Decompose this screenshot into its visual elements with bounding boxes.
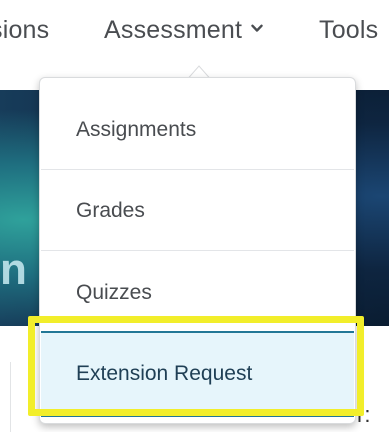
- nav-item-tools[interactable]: Tools: [319, 13, 378, 47]
- banner-partial-text: n: [0, 245, 27, 294]
- menu-item-label: Assignments: [76, 117, 197, 141]
- menu-item-label: Quizzes: [76, 280, 152, 304]
- nav-item-assessment[interactable]: Assessment: [104, 13, 263, 47]
- nav-item-assessment-label: Assessment: [104, 16, 243, 44]
- highlight-frame: [28, 316, 364, 416]
- nav-item-sessions[interactable]: sions: [0, 13, 49, 47]
- menu-item-grades[interactable]: Grades: [41, 171, 354, 251]
- page: sions Assessment Tools n r: Assignments …: [0, 0, 389, 432]
- chevron-down-icon: [251, 24, 263, 34]
- menu-item-label: Grades: [76, 198, 145, 222]
- top-navbar: sions Assessment Tools: [0, 0, 389, 62]
- menu-item-assignments[interactable]: Assignments: [41, 90, 354, 170]
